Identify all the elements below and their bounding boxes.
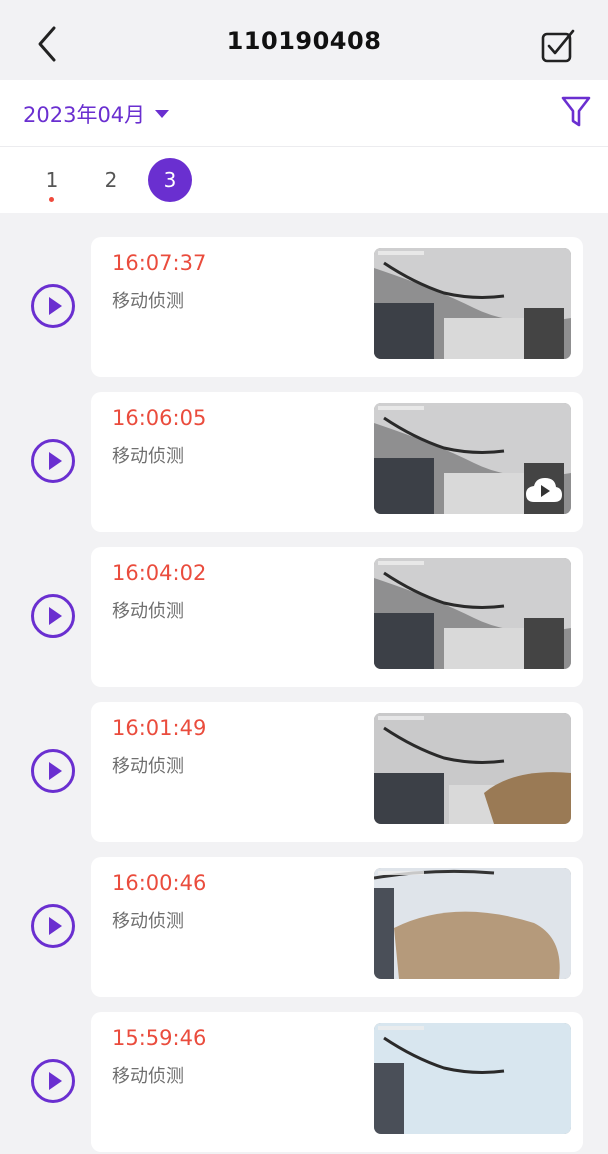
event-row[interactable]: 16:06:05 移动侦测	[0, 392, 608, 534]
event-thumbnail[interactable]	[374, 868, 571, 979]
event-type-label: 移动侦测	[112, 1066, 184, 1087]
month-label: 2023年04月	[23, 103, 146, 127]
event-row[interactable]: 16:04:02 移动侦测	[0, 547, 608, 689]
event-card[interactable]: 15:59:46 移动侦测	[91, 1012, 583, 1152]
event-type-label: 移动侦测	[112, 446, 184, 467]
event-row[interactable]: 15:59:46 移动侦测	[0, 1012, 608, 1154]
event-row[interactable]: 16:01:49 移动侦测	[0, 702, 608, 844]
filter-funnel-icon[interactable]	[560, 94, 592, 130]
event-card[interactable]: 16:07:37 移动侦测	[91, 237, 583, 377]
month-selector[interactable]: 2023年04月	[23, 99, 170, 129]
event-card[interactable]: 16:04:02 移动侦测	[91, 547, 583, 687]
event-row[interactable]: 16:07:37 移动侦测	[0, 237, 608, 379]
event-thumbnail[interactable]	[374, 248, 571, 359]
event-time: 15:59:46	[112, 1026, 207, 1050]
play-icon[interactable]	[31, 594, 75, 638]
event-time: 16:00:46	[112, 871, 207, 895]
event-time: 16:04:02	[112, 561, 207, 585]
play-icon[interactable]	[31, 904, 75, 948]
play-icon[interactable]	[31, 284, 75, 328]
event-type-label: 移动侦测	[112, 756, 184, 777]
unread-dot	[49, 197, 54, 202]
event-type-label: 移动侦测	[112, 911, 184, 932]
event-card[interactable]: 16:06:05 移动侦测	[91, 392, 583, 532]
event-thumbnail[interactable]	[374, 403, 571, 514]
cloud-play-icon	[526, 478, 562, 502]
play-icon[interactable]	[31, 1059, 75, 1103]
play-icon[interactable]	[31, 439, 75, 483]
select-checkbox-icon[interactable]	[540, 27, 578, 65]
event-type-label: 移动侦测	[112, 601, 184, 622]
event-row[interactable]: 16:00:46 移动侦测	[0, 857, 608, 999]
event-thumbnail[interactable]	[374, 558, 571, 669]
event-time: 16:07:37	[112, 251, 207, 275]
event-type-label: 移动侦测	[112, 291, 184, 312]
page-tab-2[interactable]: 2	[89, 158, 133, 202]
page-title: 110190408	[226, 27, 382, 55]
top-bar: 110190408	[0, 0, 608, 80]
event-thumbnail[interactable]	[374, 1023, 571, 1134]
play-icon[interactable]	[31, 749, 75, 793]
event-time: 16:06:05	[112, 406, 207, 430]
page-tab-1[interactable]: 1	[30, 158, 74, 202]
page-tab-3[interactable]: 3	[148, 158, 192, 202]
event-card[interactable]: 16:00:46 移动侦测	[91, 857, 583, 997]
event-time: 16:01:49	[112, 716, 207, 740]
event-card[interactable]: 16:01:49 移动侦测	[91, 702, 583, 842]
caret-down-icon	[155, 110, 170, 118]
event-thumbnail[interactable]	[374, 713, 571, 824]
